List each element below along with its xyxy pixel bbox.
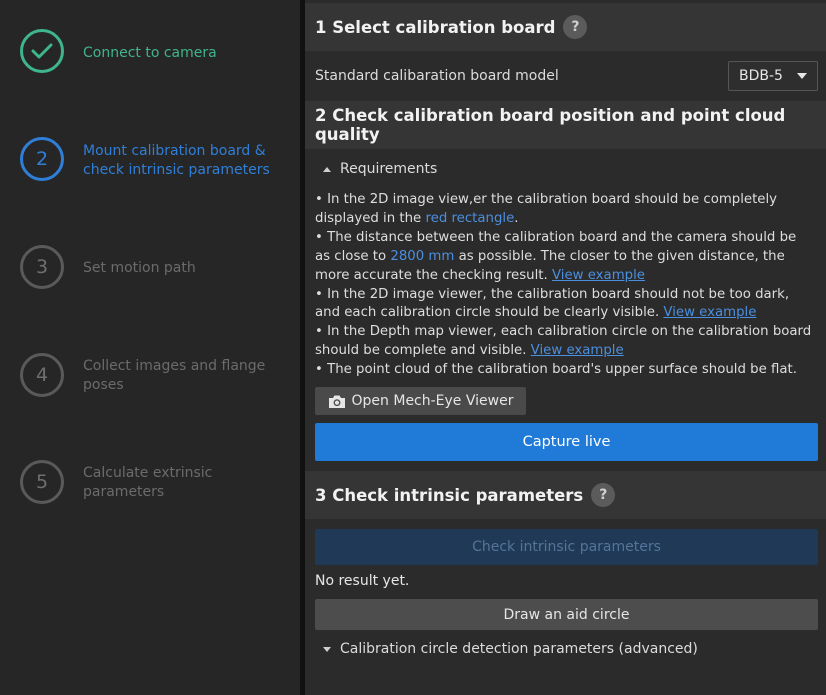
step-circle <box>20 29 64 73</box>
step-label: Set motion path <box>83 260 196 276</box>
collapse-arrow-icon <box>323 166 331 172</box>
step-calc-extrinsic[interactable]: 5 Calculate extrinsic parameters <box>20 460 300 512</box>
view-example-link[interactable]: View example <box>531 343 624 358</box>
draw-aid-circle-button[interactable]: Draw an aid circle <box>315 599 818 630</box>
open-viewer-button[interactable]: Open Mech-Eye Viewer <box>315 387 526 415</box>
camera-icon <box>328 394 346 409</box>
open-viewer-label: Open Mech-Eye Viewer <box>351 393 514 409</box>
checkmark-icon <box>31 43 53 59</box>
requirement-item: • In the 2D image viewer, the calibratio… <box>315 286 790 321</box>
board-model-label: Standard calibaration board model <box>315 68 559 84</box>
main-panel: 1 Select calibration board ? Standard ca… <box>305 0 826 695</box>
step-label: Connect to camera <box>83 45 217 61</box>
step-label: Mount calibration board & check intrinsi… <box>83 143 270 178</box>
view-example-link[interactable]: View example <box>552 268 645 283</box>
board-model-row: Standard calibaration board model BDB-5 <box>315 60 818 92</box>
section3-title: 3 Check intrinsic parameters <box>315 485 584 505</box>
step-circle: 3 <box>20 245 64 289</box>
advanced-params-toggle[interactable]: Calibration circle detection parameters … <box>323 641 698 657</box>
section3-header: 3 Check intrinsic parameters ? <box>305 471 826 519</box>
expand-arrow-icon <box>323 646 331 652</box>
help-icon[interactable]: ? <box>591 483 616 507</box>
step-label: Collect images and flange poses <box>83 358 266 393</box>
check-intrinsic-button[interactable]: Check intrinsic parameters <box>315 529 818 565</box>
section2-header: 2 Check calibration board position and p… <box>305 101 826 149</box>
section1-header: 1 Select calibration board ? <box>305 3 826 51</box>
step-circle: 4 <box>20 353 64 397</box>
section2-title: 2 Check calibration board position and p… <box>315 106 786 144</box>
highlight-text: red rectangle <box>425 210 515 226</box>
capture-live-button[interactable]: Capture live <box>315 423 818 461</box>
requirement-item: • In the Depth map viewer, each calibrat… <box>315 324 812 359</box>
step-mount-board[interactable]: 2 Mount calibration board & check intrin… <box>20 137 300 189</box>
step-collect-images[interactable]: 4 Collect images and flange poses <box>20 353 300 405</box>
highlight-text: 2800 mm <box>390 248 455 264</box>
view-example-link[interactable]: View example <box>663 305 756 320</box>
section1-title: 1 Select calibration board <box>315 17 556 37</box>
step-connect-camera[interactable]: Connect to camera <box>20 29 300 81</box>
board-model-value: BDB-5 <box>739 68 783 84</box>
step-circle: 2 <box>20 137 64 181</box>
advanced-params-label: Calibration circle detection parameters … <box>340 641 698 657</box>
requirement-item: • The point cloud of the calibration boa… <box>315 362 797 378</box>
requirements-toggle[interactable]: Requirements <box>323 161 437 177</box>
requirement-item: • The distance between the calibration b… <box>315 229 797 283</box>
step-label: Calculate extrinsic parameters <box>83 465 213 500</box>
help-icon[interactable]: ? <box>563 15 588 39</box>
requirements-text: • In the 2D image view,er the calibratio… <box>315 191 815 380</box>
result-status: No result yet. <box>315 573 410 589</box>
board-model-select[interactable]: BDB-5 <box>728 61 818 91</box>
requirements-label: Requirements <box>340 161 438 177</box>
chevron-down-icon <box>797 73 807 79</box>
requirement-item: • In the 2D image view,er the calibratio… <box>315 192 778 226</box>
steps-panel: Connect to camera 2 Mount calibration bo… <box>0 0 300 695</box>
step-motion-path[interactable]: 3 Set motion path <box>20 245 300 297</box>
step-circle: 5 <box>20 460 64 504</box>
